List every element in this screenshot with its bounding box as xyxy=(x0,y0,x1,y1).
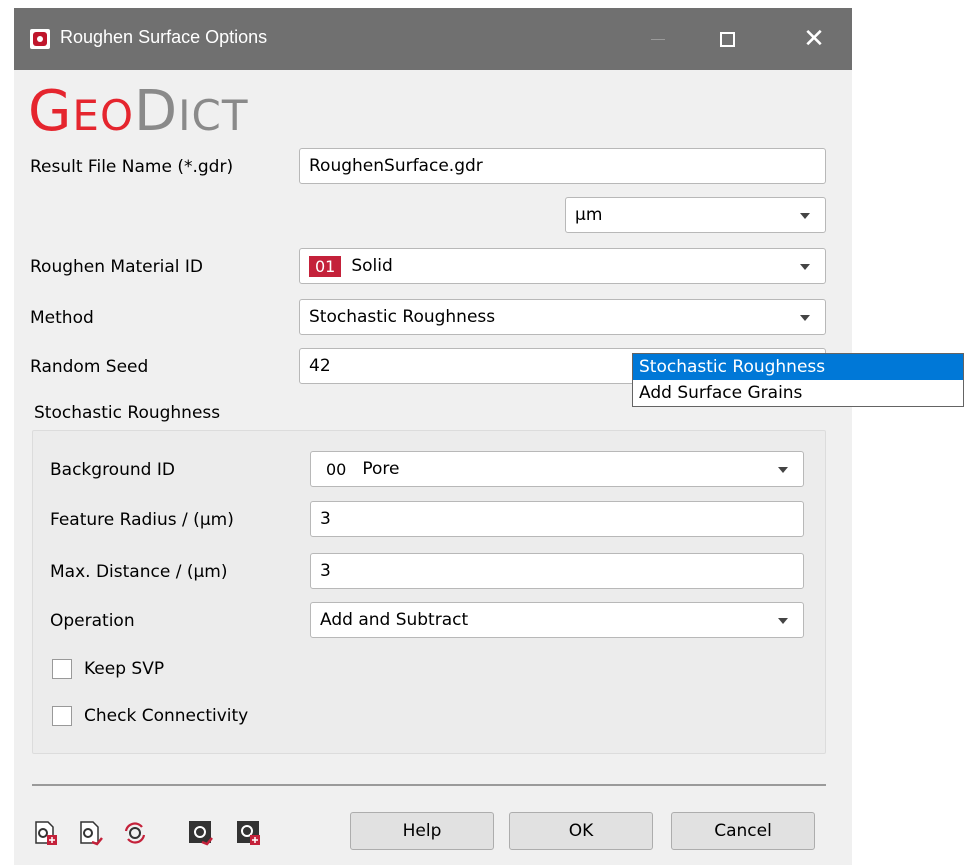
geodict-logo: GEODICT xyxy=(28,82,249,146)
maximize-icon xyxy=(719,31,735,47)
method-value: Stochastic Roughness xyxy=(309,307,496,327)
background-name: Pore xyxy=(362,459,400,479)
operation-value: Add and Subtract xyxy=(320,610,469,630)
result-file-value: RoughenSurface.gdr xyxy=(309,156,483,176)
distance-value: 3 xyxy=(320,561,331,581)
operation-select[interactable]: Add and Subtract xyxy=(310,602,804,638)
ok-button[interactable]: OK xyxy=(509,812,653,850)
dropdown-option-add-surface-grains[interactable]: Add Surface Grains xyxy=(633,380,963,406)
run-macro-icon[interactable] xyxy=(188,820,214,846)
title-bar[interactable]: Roughen Surface Options ✕ xyxy=(14,8,852,70)
check-connectivity-label: Check Connectivity xyxy=(84,706,249,726)
distance-label: Max. Distance / (µm) xyxy=(50,562,228,582)
material-label: Roughen Material ID xyxy=(30,257,203,277)
seed-label: Random Seed xyxy=(30,357,149,377)
check-connectivity-checkbox[interactable] xyxy=(52,706,72,726)
maximize-button[interactable] xyxy=(697,8,757,70)
background-select[interactable]: 00 Pore xyxy=(310,451,804,487)
background-label: Background ID xyxy=(50,460,175,480)
cancel-button[interactable]: Cancel xyxy=(671,812,815,850)
material-id-badge: 01 xyxy=(309,255,342,277)
material-select[interactable]: 01 Solid xyxy=(299,248,826,284)
result-file-label: Result File Name (*.gdr) xyxy=(30,157,234,177)
background-id-badge: 00 xyxy=(320,458,353,480)
distance-input[interactable]: 3 xyxy=(310,553,804,589)
method-label: Method xyxy=(30,308,94,328)
operation-label: Operation xyxy=(50,611,135,631)
logo-part: EO xyxy=(72,91,135,140)
close-button[interactable]: ✕ xyxy=(784,8,844,70)
radius-label: Feature Radius / (µm) xyxy=(50,510,234,530)
load-settings-icon[interactable] xyxy=(33,820,59,846)
separator xyxy=(32,784,826,786)
minimize-icon xyxy=(651,38,665,40)
unit-value: µm xyxy=(575,205,603,225)
method-select[interactable]: Stochastic Roughness xyxy=(299,299,826,335)
seed-value: 42 xyxy=(309,356,331,376)
logo-part: ICT xyxy=(178,91,249,140)
material-name: Solid xyxy=(351,256,393,276)
window-title: Roughen Surface Options xyxy=(60,27,268,47)
save-settings-icon[interactable] xyxy=(78,820,104,846)
radius-value: 3 xyxy=(320,509,331,529)
unit-select[interactable]: µm xyxy=(565,197,826,233)
keep-svp-checkbox[interactable] xyxy=(52,659,72,679)
dropdown-option-stochastic-roughness[interactable]: Stochastic Roughness xyxy=(633,354,963,380)
help-button[interactable]: Help xyxy=(350,812,494,850)
minimize-button[interactable] xyxy=(628,8,688,70)
app-icon xyxy=(30,29,50,49)
close-icon: ✕ xyxy=(803,24,825,54)
reset-settings-icon[interactable] xyxy=(122,820,148,846)
logo-part: G xyxy=(28,79,73,144)
method-dropdown-list[interactable]: Stochastic Roughness Add Surface Grains xyxy=(632,353,964,407)
radius-input[interactable]: 3 xyxy=(310,501,804,537)
logo-part: D xyxy=(134,79,179,144)
save-macro-icon[interactable] xyxy=(236,820,262,846)
group-title: Stochastic Roughness xyxy=(34,403,221,423)
result-file-input[interactable]: RoughenSurface.gdr xyxy=(299,148,826,184)
keep-svp-label: Keep SVP xyxy=(84,659,165,679)
